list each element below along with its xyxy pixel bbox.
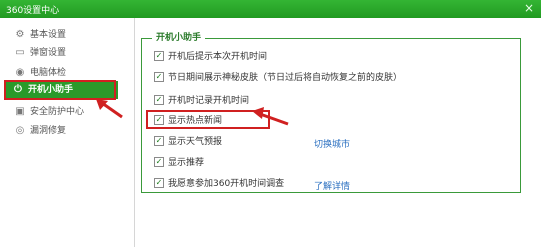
option-label: 显示天气预报 [168, 137, 223, 147]
highlight-box [4, 80, 116, 100]
option-boot-survey[interactable]: ✓ 我愿意参加360开机时间调查 [154, 177, 284, 191]
gear-icon: ⚙ [15, 29, 25, 40]
option-label: 开机时记录开机时间 [168, 96, 250, 106]
sidebar: ⚙ 基本设置 ▭ 弹窗设置 ◉ 电脑体检 ⏻ 开机小助手 ▣ 安全防护中心 ◎ 漏洞修复 [0, 18, 135, 247]
option-boot-time-tip[interactable]: ✓ 开机后提示本次开机时间 [154, 50, 267, 64]
option-label: 我愿意参加360开机时间调查 [168, 179, 285, 189]
panel-title: 开机小助手 [152, 30, 206, 43]
switch-city-link[interactable]: 切换城市 [314, 137, 350, 150]
checkbox-checked[interactable]: ✓ [154, 71, 164, 82]
option-holiday-skin[interactable]: ✓ 节日期间展示神秘皮肤（节日过后将自动恢复之前的皮肤） [154, 71, 402, 85]
sidebar-item-label: 电脑体检 [30, 68, 67, 78]
window-title: 360设置中心 [6, 6, 60, 16]
window-icon: ▭ [15, 47, 25, 58]
option-recommend[interactable]: ✓ 显示推荐 [154, 156, 204, 170]
sidebar-item-basic-settings[interactable]: ⚙ 基本设置 [14, 26, 67, 44]
checkbox-checked[interactable]: ✓ [154, 94, 164, 105]
title-bar: 360设置中心 × [0, 0, 541, 18]
sidebar-item-label: 基本设置 [30, 30, 67, 40]
sidebar-item-vuln-repair[interactable]: ◎ 漏洞修复 [14, 122, 66, 140]
option-label: 开机后提示本次开机时间 [168, 52, 268, 62]
close-icon[interactable]: × [524, 1, 534, 15]
sidebar-item-label: 弹窗设置 [30, 48, 67, 58]
option-weather[interactable]: ✓ 显示天气预报 [154, 135, 222, 149]
checkbox-checked[interactable]: ✓ [154, 50, 164, 61]
sidebar-item-popup-settings[interactable]: ▭ 弹窗设置 [14, 44, 66, 62]
checkbox-checked[interactable]: ✓ [154, 156, 164, 167]
sidebar-item-security-center[interactable]: ▣ 安全防护中心 [14, 103, 84, 121]
checkbox-checked[interactable]: ✓ [154, 135, 164, 146]
sidebar-item-label: 安全防护中心 [30, 107, 85, 117]
sidebar-item-label: 漏洞修复 [30, 126, 67, 136]
annotation-arrow-icon [96, 99, 123, 119]
option-label: 显示推荐 [168, 158, 205, 168]
learn-more-link[interactable]: 了解详情 [314, 179, 350, 192]
annotation-arrow-icon [252, 107, 289, 126]
shield-icon: ▣ [15, 106, 25, 117]
option-label: 节日期间展示神秘皮肤（节日过后将自动恢复之前的皮肤） [168, 73, 403, 83]
option-record-boot-time[interactable]: ✓ 开机时记录开机时间 [154, 94, 249, 108]
patch-icon: ◎ [15, 125, 25, 136]
checkbox-checked[interactable]: ✓ [154, 177, 164, 188]
